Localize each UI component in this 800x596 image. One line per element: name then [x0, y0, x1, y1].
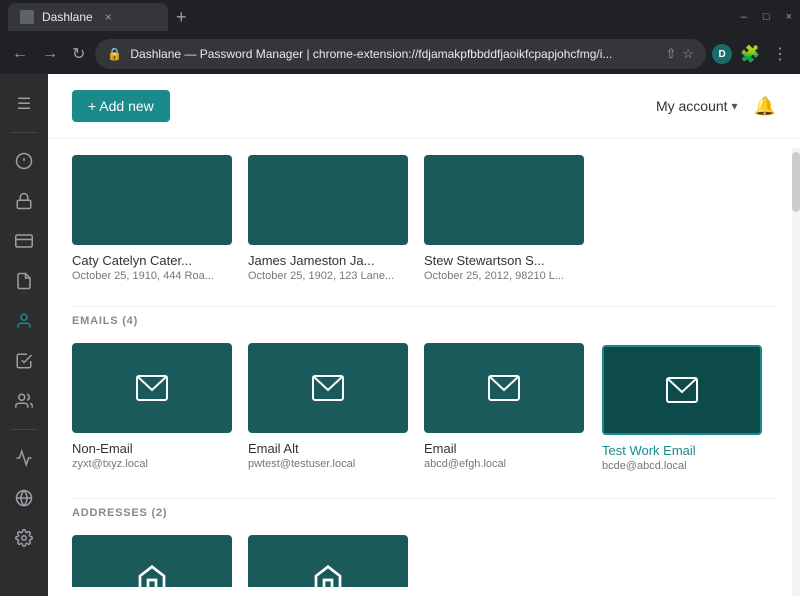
address-card-image	[248, 535, 408, 587]
person-card-image	[248, 155, 408, 245]
address-card-image	[72, 535, 232, 587]
email-address: pwtest@testuser.local	[248, 458, 408, 470]
maximize-button[interactable]: □	[763, 11, 770, 23]
my-account-label: My account	[656, 98, 728, 114]
email-card-image	[248, 343, 408, 433]
sidebar-item-activity[interactable]	[6, 440, 42, 476]
sidebar-item-cards[interactable]	[6, 223, 42, 259]
email-address: bcde@abcd.local	[602, 460, 758, 472]
person-cards-grid: Caty Catelyn Cater... October 25, 1910, …	[72, 155, 776, 282]
addresses-section-header: ADDRESSES (2)	[72, 498, 776, 519]
email-card-image	[424, 343, 584, 433]
sidebar-item-receipts[interactable]	[6, 343, 42, 379]
address-bar-text: Dashlane — Password Manager | chrome-ext…	[130, 47, 657, 61]
person-name: Caty Catelyn Cater...	[72, 253, 232, 268]
list-item[interactable]: Email Alt pwtest@testuser.local	[248, 343, 408, 474]
puzzle-icon[interactable]: 🧩	[736, 40, 764, 68]
person-name: Stew Stewartson S...	[424, 253, 584, 268]
title-bar: Dashlane × + – □ ×	[0, 0, 800, 34]
tab-title: Dashlane	[42, 10, 93, 24]
email-address: abcd@efgh.local	[424, 458, 584, 470]
sidebar-divider	[10, 132, 38, 133]
list-item[interactable]: Test Work Email bcde@abcd.local	[600, 343, 760, 474]
address-bar-row: ← → ↻ 🔒 Dashlane — Password Manager | ch…	[0, 34, 800, 74]
forward-button[interactable]: →	[38, 41, 62, 67]
dashlane-extension-icon[interactable]: D	[712, 44, 732, 64]
emails-section-header: EMAILS (4)	[72, 306, 776, 327]
list-item[interactable]: Stew Stewartson S... October 25, 2012, 9…	[424, 155, 584, 282]
person-sub: October 25, 1902, 123 Lane...	[248, 270, 408, 282]
email-card-image	[602, 345, 762, 435]
sidebar-item-notes[interactable]	[6, 263, 42, 299]
sidebar-item-personal[interactable]	[6, 303, 42, 339]
list-item[interactable]: Email abcd@efgh.local	[424, 343, 584, 474]
app-header: + Add new My account ▾ 🔔	[48, 74, 800, 139]
list-item[interactable]	[72, 535, 232, 587]
content-area: Caty Catelyn Cater... October 25, 1910, …	[48, 139, 800, 587]
address-bar-action-icons: ⇧ ☆	[666, 46, 695, 62]
email-name: Test Work Email	[602, 443, 758, 458]
sidebar-item-passwords[interactable]	[6, 183, 42, 219]
main-content: + Add new My account ▾ 🔔 Caty Catelyn Ca…	[48, 74, 800, 596]
email-address: zyxt@txyz.local	[72, 458, 232, 470]
sidebar-item-settings[interactable]	[6, 520, 42, 556]
list-item[interactable]: Non-Email zyxt@txyz.local	[72, 343, 232, 474]
scrollbar-track[interactable]	[792, 148, 800, 596]
lock-icon: 🔒	[107, 47, 122, 61]
list-item[interactable]	[248, 535, 408, 587]
share-icon[interactable]: ⇧	[666, 46, 677, 62]
email-name: Non-Email	[72, 441, 232, 456]
close-window-button[interactable]: ×	[786, 11, 792, 23]
sidebar: ☰	[0, 74, 48, 596]
address-bar[interactable]: 🔒 Dashlane — Password Manager | chrome-e…	[95, 39, 706, 69]
add-new-button[interactable]: + Add new	[72, 90, 170, 122]
browser-tab[interactable]: Dashlane ×	[8, 3, 168, 31]
person-sub: October 25, 2012, 98210 L...	[424, 270, 584, 282]
sidebar-item-integrations[interactable]	[6, 480, 42, 516]
email-name: Email Alt	[248, 441, 408, 456]
address-cards-grid	[72, 535, 776, 587]
person-name: James Jameston Ja...	[248, 253, 408, 268]
back-button[interactable]: ←	[8, 41, 32, 67]
scrollbar-thumb[interactable]	[792, 152, 800, 212]
person-card-image	[72, 155, 232, 245]
email-card-image	[72, 343, 232, 433]
sidebar-item-tips[interactable]	[6, 143, 42, 179]
header-right: My account ▾ 🔔	[656, 96, 776, 117]
refresh-button[interactable]: ↻	[68, 40, 89, 68]
tab-favicon	[20, 10, 34, 24]
app-container: ☰	[0, 74, 800, 596]
sidebar-divider-2	[10, 429, 38, 430]
star-icon[interactable]: ☆	[682, 46, 694, 62]
list-item[interactable]: James Jameston Ja... October 25, 1902, 1…	[248, 155, 408, 282]
tab-close-button[interactable]: ×	[105, 10, 112, 24]
notification-bell-icon[interactable]: 🔔	[754, 96, 776, 117]
browser-chrome: Dashlane × + – □ × ← → ↻ 🔒 Dashlane — Pa…	[0, 0, 800, 74]
new-tab-button[interactable]: +	[168, 7, 195, 28]
person-card-image	[424, 155, 584, 245]
minimize-button[interactable]: –	[741, 11, 747, 23]
sidebar-item-menu[interactable]: ☰	[6, 86, 42, 122]
my-account-button[interactable]: My account ▾	[656, 98, 738, 114]
list-item[interactable]: Caty Catelyn Cater... October 25, 1910, …	[72, 155, 232, 282]
menu-dots-icon[interactable]: ⋮	[768, 40, 792, 68]
window-controls: – □ ×	[741, 11, 792, 23]
chevron-down-icon: ▾	[732, 99, 738, 113]
sidebar-item-sharing[interactable]	[6, 383, 42, 419]
email-cards-grid: Non-Email zyxt@txyz.local Email Alt pwte…	[72, 343, 776, 474]
email-name: Email	[424, 441, 584, 456]
person-sub: October 25, 1910, 444 Roa...	[72, 270, 232, 282]
toolbar-icons: D 🧩 ⋮	[712, 40, 792, 68]
